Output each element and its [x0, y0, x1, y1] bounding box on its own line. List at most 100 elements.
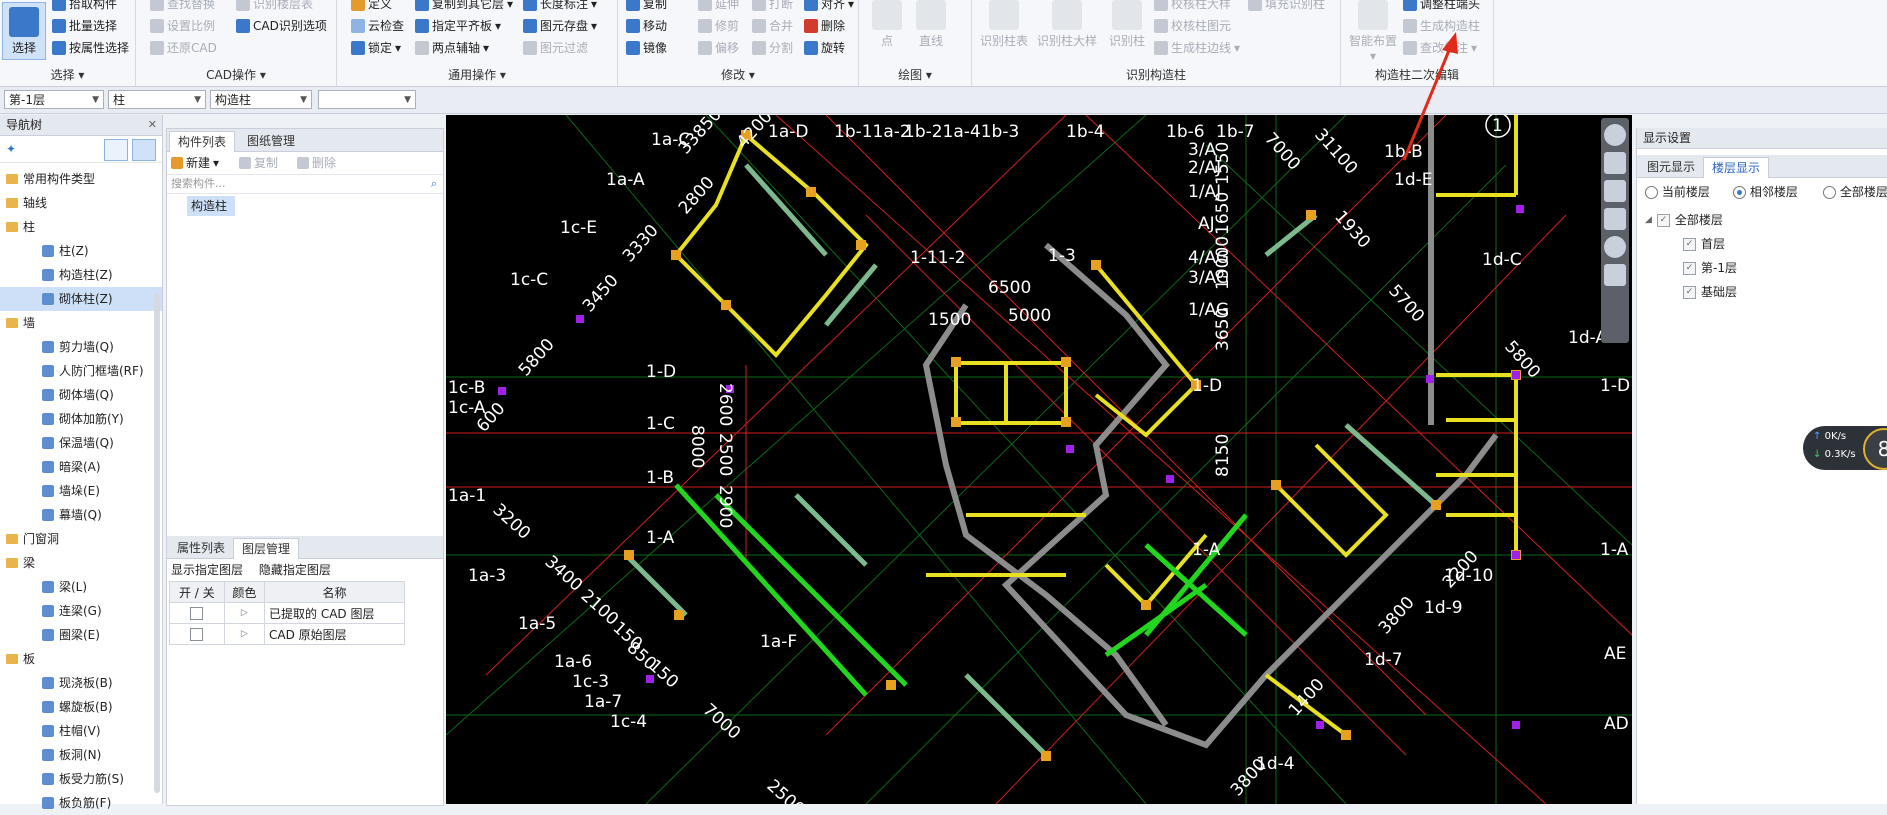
delete-component-button[interactable]: 删除 — [297, 153, 336, 173]
generate-constructional-column-button[interactable]: 生成构造柱 — [1403, 16, 1480, 36]
tree-item[interactable]: 圈梁(E) — [0, 623, 162, 647]
batch-select-button[interactable]: 批量选择 — [52, 16, 117, 36]
point-button[interactable]: 点 — [865, 0, 909, 52]
delete-button[interactable]: 删除 — [804, 16, 845, 36]
select-button[interactable]: 选择 — [2, 2, 46, 60]
recognize-floor-table-button[interactable]: 识别楼层表 — [236, 0, 313, 14]
tree-item[interactable]: 柱帽(V) — [0, 719, 162, 743]
tab-component-list[interactable]: 构件列表 — [169, 131, 236, 152]
tree-category[interactable]: 梁 — [0, 551, 162, 575]
expand-icon[interactable]: ▷ — [223, 623, 266, 645]
tree-item[interactable]: 梁(L) — [0, 575, 162, 599]
tree-item-all-floors[interactable]: ◢ ✓ 全部楼层 — [1637, 208, 1887, 232]
checkbox[interactable]: ✓ — [1683, 261, 1696, 275]
component-search-input[interactable]: 搜索构件... ⌕ — [167, 175, 443, 194]
tree-item[interactable]: 墙垛(E) — [0, 479, 162, 503]
tree-item[interactable]: 保温墙(Q) — [0, 431, 162, 455]
top-view-icon[interactable] — [1604, 180, 1626, 202]
smart-layout-button[interactable]: 智能布置 ▾ — [1345, 0, 1401, 63]
find-replace-button[interactable]: 查找替换 — [150, 0, 215, 14]
component-dropdown[interactable]: ▼ — [318, 90, 416, 109]
align-button[interactable]: 对齐 ▾ — [804, 0, 854, 14]
define-button[interactable]: 定义 — [351, 0, 392, 14]
tree-item[interactable]: 板受力筋(S) — [0, 767, 162, 791]
restore-cad-button[interactable]: 还原CAD — [150, 38, 217, 58]
check-annotation-button[interactable]: 查改标注 ▾ — [1403, 38, 1477, 58]
cad-options-button[interactable]: CAD识别选项 — [236, 16, 327, 36]
3d-view-icon[interactable] — [1604, 152, 1626, 174]
tree-item-basement-floor[interactable]: ✓ 第-1层 — [1637, 256, 1887, 280]
rotate-button[interactable]: 旋转 — [804, 38, 845, 58]
copy-to-other-floor-button[interactable]: 复制到其它层 ▾ — [415, 0, 513, 14]
fill-recognize-button[interactable]: 填充识别柱 — [1248, 0, 1325, 14]
drawing-canvas[interactable]: 1a-C 1a-D 1b-11a-2 1b-21a-41b-3 1b-4 1b-6 1b-7… — [446, 115, 1632, 804]
tab-layer-management[interactable]: 图层管理 — [233, 538, 300, 559]
tree-view-icon[interactable] — [132, 139, 156, 161]
recognize-column-button[interactable]: 识别柱 — [1102, 0, 1152, 52]
select-by-attribute-button[interactable]: 按属性选择 — [52, 38, 129, 58]
adjust-column-end-button[interactable]: 调整柱端头 — [1403, 0, 1480, 14]
tab-floor-display[interactable]: 楼层显示 — [1703, 157, 1770, 178]
tree-item[interactable]: 砌体加筋(Y) — [0, 407, 162, 431]
floor-dropdown[interactable]: 第-1层 ▼ — [4, 90, 104, 109]
check-column-detail-button[interactable]: 校核柱大样 — [1154, 0, 1231, 14]
tab-property-list[interactable]: 属性列表 — [169, 538, 233, 558]
extend-button[interactable]: 延伸 — [698, 0, 739, 14]
close-icon[interactable]: ✕ — [148, 115, 157, 135]
tab-drawing-management[interactable]: 图纸管理 — [239, 131, 303, 151]
tree-item-foundation[interactable]: ✓ 基础层 — [1637, 280, 1887, 304]
break-button[interactable]: 打断 — [752, 0, 793, 14]
cube-view-icon[interactable] — [1604, 208, 1626, 230]
list-view-icon[interactable] — [104, 139, 128, 161]
tree-category[interactable]: 轴线 — [0, 191, 162, 215]
recognize-column-table-button[interactable]: 识别柱表 — [976, 0, 1032, 52]
list-item[interactable]: 构造柱 — [187, 196, 235, 216]
tab-element-display[interactable]: 图元显示 — [1639, 157, 1703, 177]
pick-component-button[interactable]: 拾取构件 — [52, 0, 117, 14]
element-filter-button[interactable]: 图元过滤 — [523, 38, 588, 58]
hide-layer-button[interactable]: 隐藏指定图层 — [259, 563, 331, 577]
tree-item[interactable]: 砌体墙(Q) — [0, 383, 162, 407]
two-point-axis-button[interactable]: 两点辅轴 ▾ — [415, 38, 489, 58]
copy-component-button[interactable]: 复制 — [239, 153, 278, 173]
tree-item[interactable]: 剪力墙(Q) — [0, 335, 162, 359]
tree-item[interactable]: 暗梁(A) — [0, 455, 162, 479]
show-layer-button[interactable]: 显示指定图层 — [171, 563, 243, 577]
layer-checkbox[interactable] — [190, 628, 204, 641]
radio-adjacent-floor[interactable]: 相邻楼层 — [1733, 178, 1798, 206]
split-button[interactable]: 分割 — [752, 38, 793, 58]
rotate-view-icon[interactable] — [1604, 236, 1626, 258]
tree-item[interactable]: 连梁(G) — [0, 599, 162, 623]
recognize-column-detail-button[interactable]: 识别柱大样 — [1034, 0, 1100, 52]
line-button[interactable]: 直线 — [909, 0, 953, 52]
trim-button[interactable]: 修剪 — [698, 16, 739, 36]
checkbox[interactable]: ✓ — [1656, 213, 1670, 227]
tree-item[interactable]: 幕墙(Q) — [0, 503, 162, 527]
layer-checkbox[interactable] — [190, 607, 204, 620]
pin-icon[interactable]: ✦ — [6, 142, 16, 156]
orbit-icon[interactable] — [1604, 124, 1626, 146]
lock-button[interactable]: 锁定 ▾ — [351, 38, 401, 58]
grid-view-icon[interactable] — [1604, 264, 1626, 286]
tree-item[interactable]: 人防门框墙(RF) — [0, 359, 162, 383]
generate-column-edge-button[interactable]: 生成柱边线 ▾ — [1154, 38, 1240, 58]
checkbox[interactable]: ✓ — [1683, 237, 1696, 251]
radio-current-floor[interactable]: 当前楼层 — [1645, 178, 1710, 206]
tree-item[interactable]: 构造柱(Z) — [0, 263, 162, 287]
set-scale-button[interactable]: 设置比例 — [150, 16, 215, 36]
network-speed-widget[interactable]: ↑ 0K/s ↓ 0.3K/s 8 — [1803, 426, 1887, 470]
tree-item[interactable]: 砌体柱(Z) — [0, 287, 162, 311]
merge-button[interactable]: 合并 — [752, 16, 793, 36]
move-button[interactable]: 移动 — [626, 16, 667, 36]
tree-item[interactable]: 螺旋板(B) — [0, 695, 162, 719]
cloud-check-button[interactable]: 云检查 — [351, 16, 404, 36]
tree-item[interactable]: 板负筋(F) — [0, 791, 162, 815]
checkbox[interactable]: ✓ — [1683, 285, 1696, 299]
nav-scrollbar[interactable] — [154, 293, 160, 793]
type-dropdown[interactable]: 构造柱 ▼ — [210, 90, 312, 109]
tree-item[interactable]: 柱(Z) — [0, 239, 162, 263]
tree-category[interactable]: 柱 — [0, 215, 162, 239]
flush-slab-button[interactable]: 指定平齐板 ▾ — [415, 16, 501, 36]
tree-category[interactable]: 门窗洞 — [0, 527, 162, 551]
length-dimension-button[interactable]: 长度标注 ▾ — [523, 0, 597, 14]
